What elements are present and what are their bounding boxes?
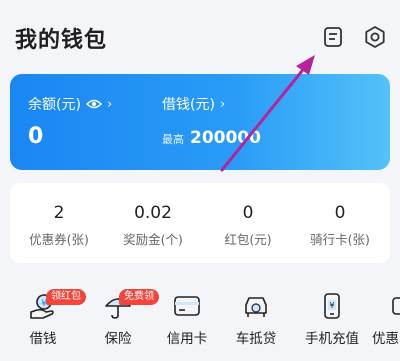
borrow-header[interactable]: 借钱(元) ›: [162, 94, 225, 114]
stats-card: 2 优惠券(张) 0.02 奖励金(个) 0 红包(元) 0 骑行卡(张): [10, 183, 390, 263]
shortcut-label: 优惠: [372, 331, 399, 347]
wallet-summary-card: 余额(元) › 0 借钱(元) › 最高 200000: [10, 74, 390, 170]
stat-rewards[interactable]: 0.02 奖励金(个): [108, 203, 198, 248]
stat-value: 0.02: [134, 203, 172, 223]
stat-value: 2: [53, 203, 65, 223]
car-loan-icon: [245, 297, 267, 317]
borrow-limit[interactable]: 最高 200000: [162, 128, 261, 148]
shortcut-coupon[interactable]: 优惠: [370, 291, 400, 347]
stat-ride-cards[interactable]: 0 骑行卡(张): [295, 203, 385, 248]
shortcut-insurance[interactable]: 保险 免费领: [83, 289, 159, 347]
eye-icon[interactable]: [85, 98, 102, 110]
chevron-right-icon: ›: [219, 96, 226, 112]
stat-value: 0: [242, 203, 254, 223]
coupon-icon: [392, 297, 400, 315]
shortcut-credit-card[interactable]: 信用卡: [152, 291, 222, 347]
shortcut-car-loan[interactable]: 车抵贷: [221, 291, 291, 347]
shortcut-label: 借钱: [29, 331, 57, 347]
shortcut-label: 手机充值: [305, 331, 359, 347]
bill-icon[interactable]: [320, 24, 346, 50]
shortcut-borrow[interactable]: ¥ 借钱 领红包: [8, 289, 86, 347]
stat-red-packets[interactable]: 0 红包(元): [203, 203, 293, 248]
borrow-prefix: 最高: [162, 133, 184, 146]
balance-value[interactable]: 0: [28, 124, 43, 149]
balance-header[interactable]: 余额(元) ›: [28, 94, 112, 114]
balance-label: 余额(元): [28, 97, 81, 113]
stat-value: 0: [334, 203, 346, 223]
shortcut-row: ¥ 借钱 领红包 保险 免费领 信用卡 车抵贷 ¥ 手机充值 优惠: [0, 283, 400, 361]
stat-coupons[interactable]: 2 优惠券(张): [14, 203, 104, 248]
svg-text:¥: ¥: [329, 301, 334, 310]
stat-label: 优惠券(张): [29, 232, 89, 247]
stat-label: 奖励金(个): [123, 232, 183, 247]
credit-card-icon: [174, 296, 200, 316]
shortcut-label: 保险: [104, 331, 132, 347]
stat-label: 骑行卡(张): [310, 232, 370, 247]
shortcut-label: 车抵贷: [235, 331, 277, 347]
shortcut-label: 信用卡: [166, 331, 208, 347]
borrow-label: 借钱(元): [162, 97, 215, 113]
header: 我的钱包: [0, 0, 400, 76]
shortcut-phone-recharge[interactable]: ¥ 手机充值: [297, 291, 367, 347]
stat-label: 红包(元): [224, 232, 272, 247]
shortcut-badge: 领红包: [46, 289, 86, 305]
borrow-value: 200000: [190, 128, 261, 148]
phone-recharge-icon: ¥: [324, 293, 340, 319]
chevron-right-icon: ›: [106, 96, 113, 112]
settings-icon[interactable]: [362, 24, 388, 50]
page-title: 我的钱包: [15, 28, 108, 53]
